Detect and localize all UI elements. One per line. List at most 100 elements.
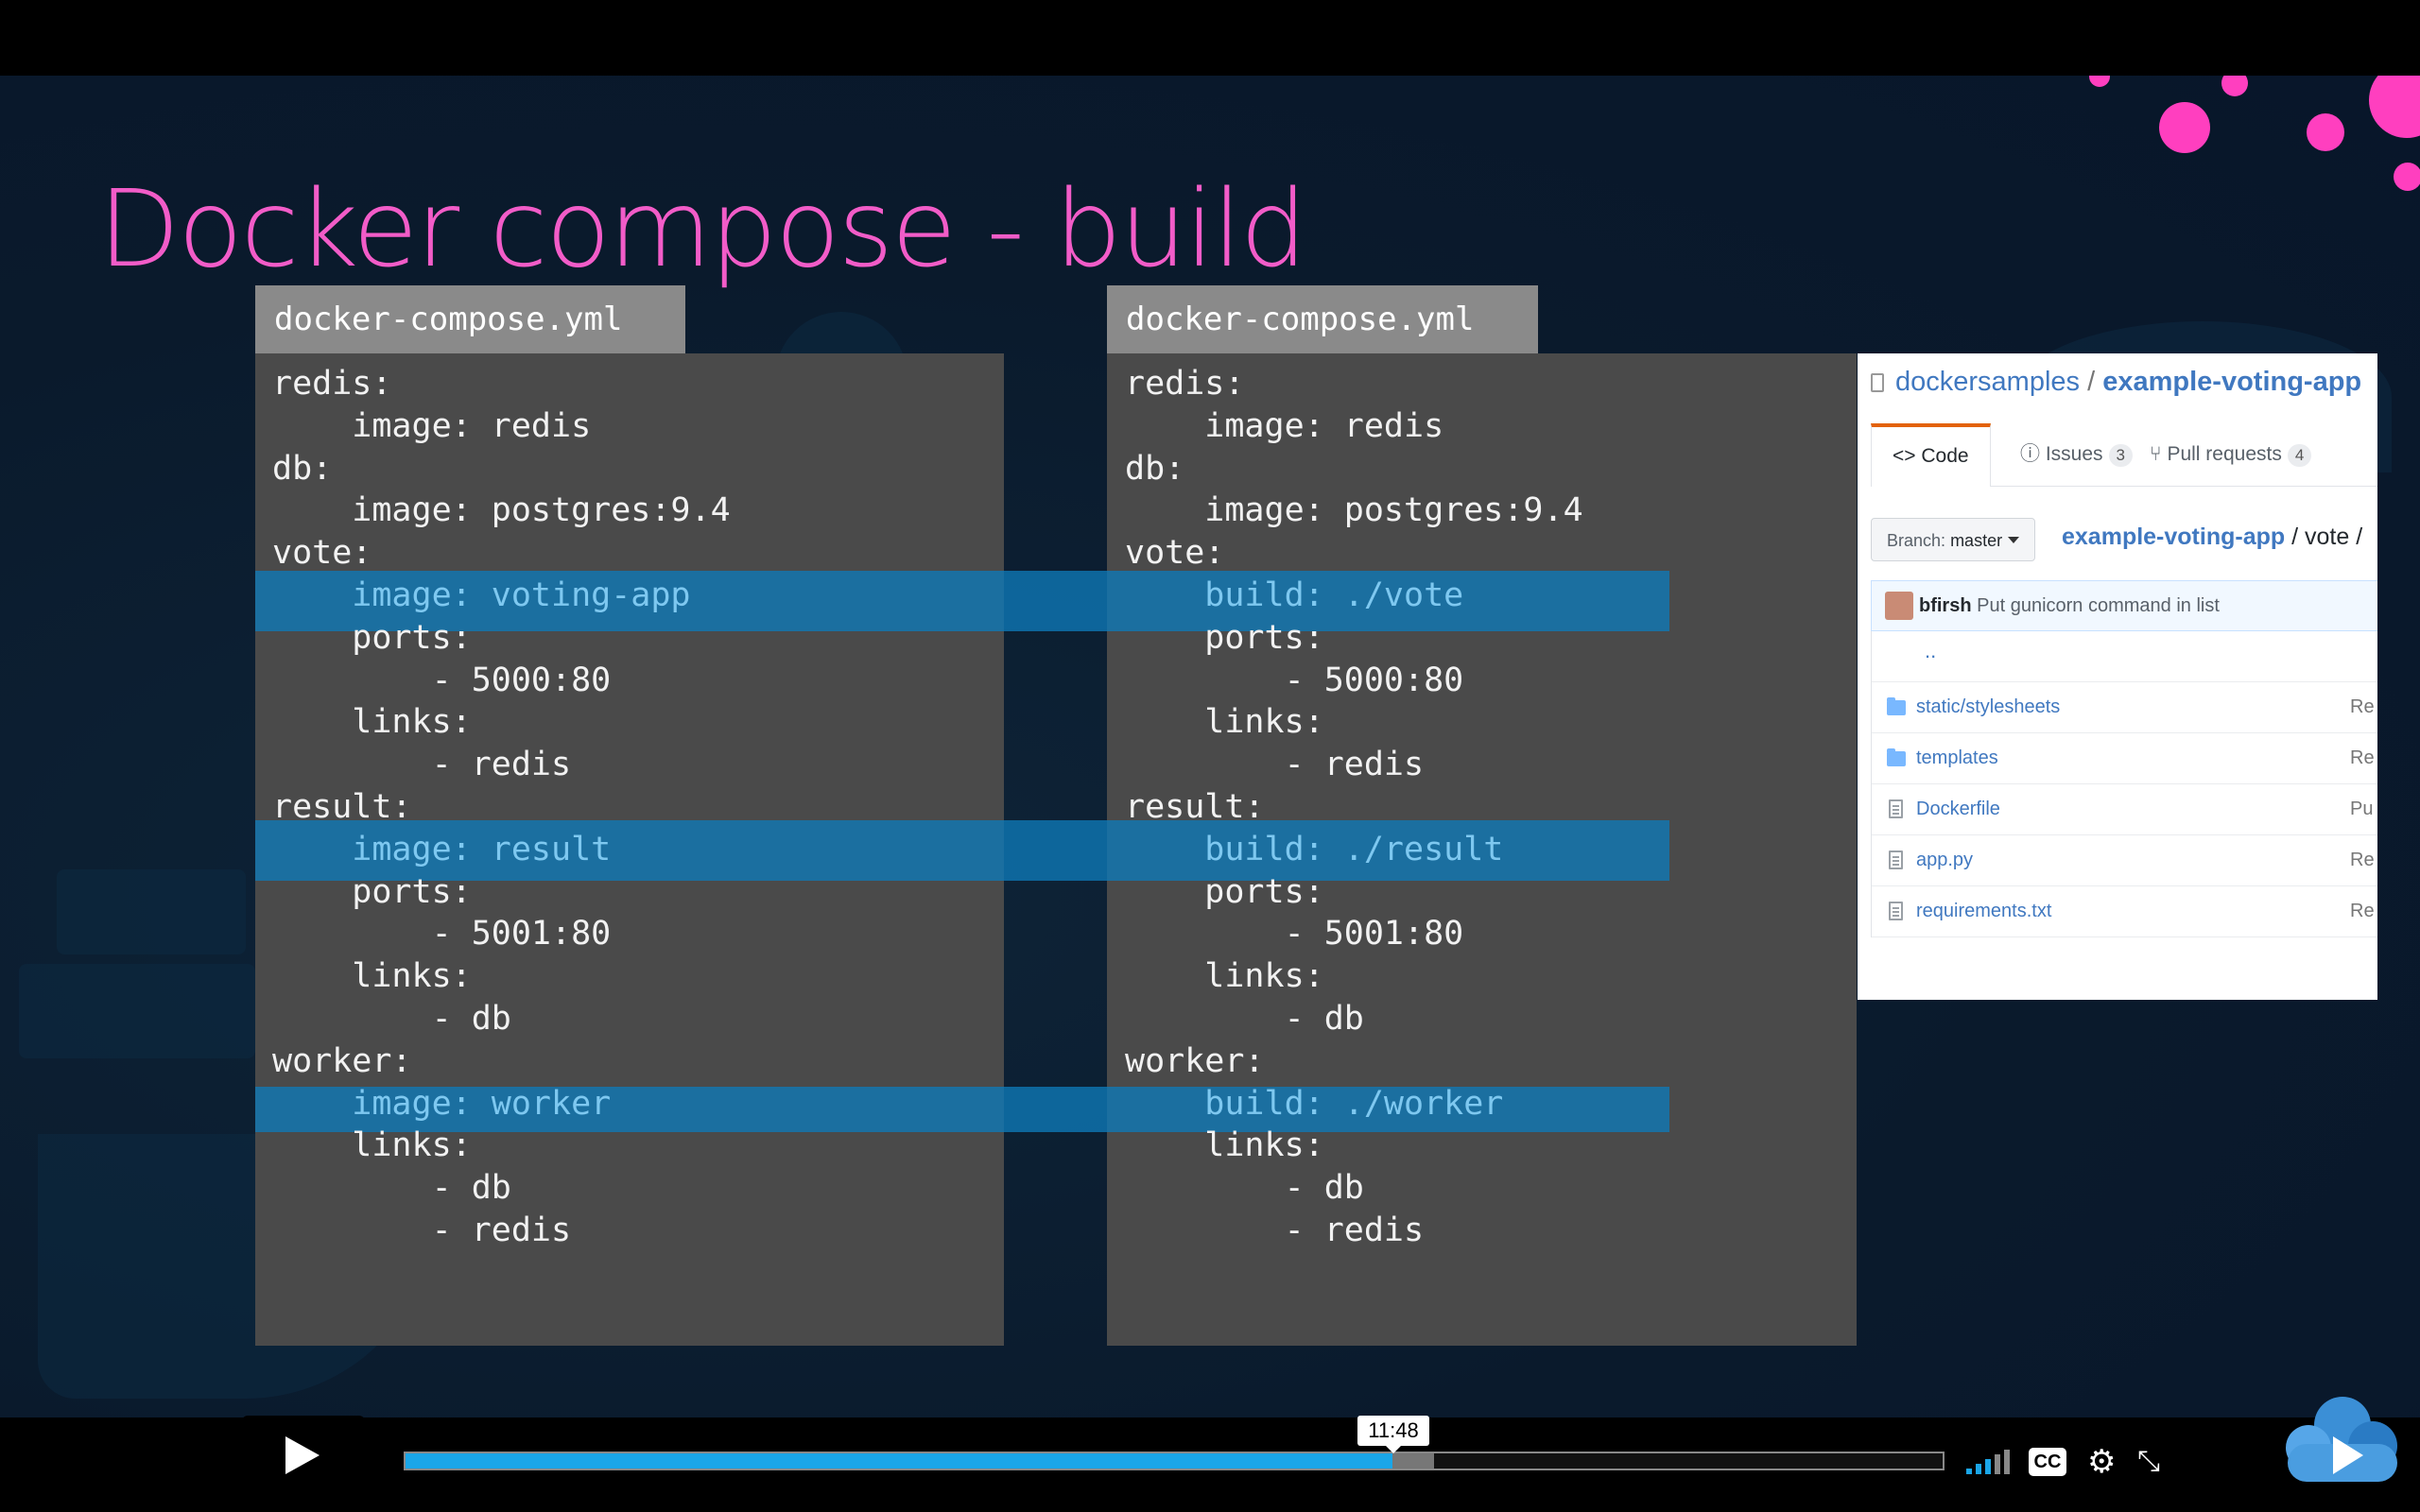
progress-bar[interactable] (404, 1452, 1945, 1470)
code-line-highlighted: build: ./worker (1125, 1084, 1504, 1123)
commit-user: bfirsh (1919, 595, 1972, 616)
folder-icon (1887, 697, 1906, 715)
file-commit: Re (2350, 901, 2375, 921)
latest-commit: bfirsh Put gunicorn command in list (1871, 580, 2377, 631)
code-line: links: (272, 703, 472, 742)
slide-title: Docker compose - build (98, 168, 1307, 291)
folder-icon (1887, 748, 1906, 766)
volume-icon[interactable] (1966, 1450, 2014, 1474)
file-commit: Pu (2350, 799, 2374, 819)
breadcrumb-dir: vote (2305, 524, 2350, 550)
code-brackets-icon: <> (1893, 445, 1916, 467)
branch-label: Branch: (1887, 531, 1946, 550)
decor-dot (2369, 76, 2420, 138)
code-line: image: redis (1125, 406, 1444, 445)
file-name: app.py (1916, 850, 1974, 870)
left-filename-tab: docker-compose.yml (255, 285, 685, 353)
background-shape (19, 964, 255, 1058)
code-line-highlighted: image: worker (272, 1084, 612, 1123)
list-item: templates Re (1872, 733, 2377, 784)
code-line: worker: (1125, 1041, 1265, 1080)
right-code: redis: image: redis db: image: postgres:9… (1125, 363, 1583, 1252)
file-name: Dockerfile (1916, 799, 2000, 819)
code-line: vote: (1125, 534, 1225, 573)
repo-owner: dockersamples (1895, 367, 2081, 397)
code-line: image: postgres:9.4 (1125, 491, 1583, 530)
tab-pulls-label: Pull requests (2167, 443, 2282, 465)
code-line: - 5000:80 (1125, 661, 1464, 699)
code-line: - 5000:80 (272, 661, 612, 699)
code-line: - db (1125, 999, 1364, 1038)
file-icon (1889, 902, 1903, 920)
file-name: static/stylesheets (1916, 696, 2061, 717)
code-line: ports: (272, 618, 472, 657)
right-filename-tab: docker-compose.yml (1107, 285, 1538, 353)
branch-value: master (1950, 531, 2003, 550)
breadcrumb: example-voting-app / vote / (2062, 524, 2362, 551)
volume-bar (1985, 1459, 1991, 1474)
issue-opened-icon: ⓘ (2020, 443, 2040, 465)
file-icon (1889, 850, 1903, 869)
file-list: .. static/stylesheets Re templates Re Do… (1871, 631, 2377, 937)
code-line: links: (1125, 703, 1324, 742)
file-icon (1889, 799, 1903, 818)
decor-dot (2089, 76, 2110, 87)
code-line: - db (272, 1169, 511, 1208)
code-line: - db (1125, 1169, 1364, 1208)
code-line: image: postgres:9.4 (272, 491, 731, 530)
top-letterbox (0, 0, 2420, 76)
repo-tabs: <> Code ⓘ Issues 3 ⑂ Pull requests 4 (1871, 423, 2377, 487)
file-commit: Re (2350, 747, 2375, 768)
decor-dot (2307, 113, 2344, 151)
code-line: - 5001:80 (1125, 915, 1464, 954)
progress-played (406, 1453, 1392, 1469)
cc-button[interactable]: CC (2029, 1448, 2066, 1476)
decor-dot (2159, 102, 2210, 153)
file-name: requirements.txt (1916, 901, 2052, 921)
tab-code-label: Code (1921, 445, 1969, 467)
fullscreen-icon[interactable]: ⤡ (2133, 1446, 2165, 1478)
tab-issues-label: Issues (2045, 443, 2103, 465)
gear-icon[interactable]: ⚙ (2087, 1446, 2116, 1478)
volume-bar (1966, 1469, 1972, 1474)
repo-name: example-voting-app (2102, 367, 2362, 397)
code-line: - 5001:80 (272, 915, 612, 954)
breadcrumb-repo: example-voting-app (2062, 524, 2286, 550)
code-line: redis: (1125, 365, 1245, 403)
issues-count: 3 (2108, 444, 2134, 467)
list-item: app.py Re (1872, 835, 2377, 886)
tab-code: <> Code (1871, 423, 1991, 487)
github-screenshot: dockersamples / example-voting-app <> Co… (1858, 353, 2377, 1000)
code-line: db: (272, 449, 333, 488)
git-pull-request-icon: ⑂ (2150, 443, 2162, 465)
code-line-highlighted: build: ./result (1125, 830, 1504, 868)
repo-separator: / (2087, 367, 2096, 397)
code-line: - redis (1125, 1211, 1425, 1249)
code-line: result: (272, 787, 412, 826)
volume-bar (1976, 1464, 1981, 1474)
code-line: image: redis (272, 406, 592, 445)
play-icon[interactable] (285, 1436, 320, 1474)
code-line-highlighted: build: ./vote (1125, 576, 1464, 614)
repo-book-icon (1871, 373, 1884, 392)
code-line: ports: (272, 872, 472, 911)
code-line: vote: (272, 534, 372, 573)
left-code: redis: image: redis db: image: postgres:9… (272, 363, 731, 1252)
code-line: - redis (272, 1211, 572, 1249)
breadcrumb-sep: / (2291, 524, 2299, 550)
time-tooltip: 11:48 (1357, 1416, 1429, 1453)
code-line: - redis (272, 746, 572, 784)
breadcrumb-trail: / (2356, 524, 2363, 550)
code-line: - db (272, 999, 511, 1038)
code-line: redis: (272, 365, 392, 403)
background-shape (57, 869, 246, 954)
code-line: result: (1125, 787, 1265, 826)
code-line: db: (1125, 449, 1185, 488)
avatar (1885, 592, 1913, 620)
list-item: requirements.txt Re (1872, 886, 2377, 937)
code-line-highlighted: image: voting-app (272, 576, 691, 614)
file-commit: Re (2350, 850, 2375, 870)
volume-bar (1995, 1454, 2000, 1474)
repo-header: dockersamples / example-voting-app (1871, 367, 2361, 398)
code-line: worker: (272, 1041, 412, 1080)
